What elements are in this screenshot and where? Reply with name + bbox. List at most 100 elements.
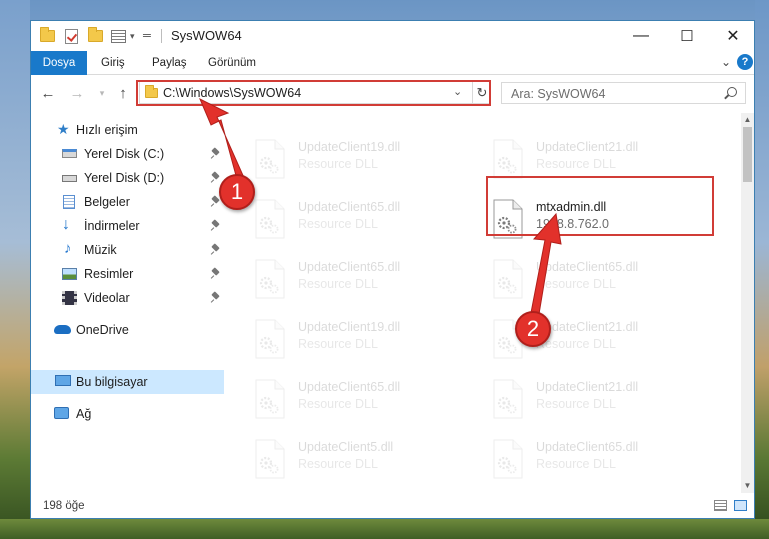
drive-icon: [62, 175, 77, 182]
back-arrow-icon[interactable]: ←: [39, 83, 57, 103]
details-view-icon[interactable]: [714, 500, 727, 511]
search-icon[interactable]: [727, 87, 737, 97]
pin-icon[interactable]: [211, 269, 220, 279]
file-name: UpdateClient65.dll: [536, 440, 639, 454]
pin-icon[interactable]: [211, 245, 220, 255]
sidebar-item-music[interactable]: ♪ Müzik: [31, 238, 224, 262]
dll-file-icon: [254, 319, 286, 359]
sidebar-item-local-disk-c[interactable]: Yerel Disk (C:): [31, 142, 224, 166]
file-item[interactable]: UpdateClient65.dll Resource DLL: [464, 249, 694, 303]
sidebar-item-videos[interactable]: Videolar: [31, 286, 224, 310]
file-name: UpdateClient65.dll: [298, 260, 401, 274]
tiles-view-icon[interactable]: [734, 500, 747, 511]
dll-file-icon: [254, 199, 286, 239]
minimize-button[interactable]: —: [618, 21, 664, 51]
sidebar-item-label: Yerel Disk (C:): [84, 147, 165, 161]
scroll-down-icon[interactable]: ▼: [741, 479, 754, 493]
expand-ribbon-icon[interactable]: ⌄: [721, 55, 731, 69]
drive-icon: [62, 149, 77, 158]
file-description: Resource DLL: [298, 337, 378, 351]
sidebar-item-label: Müzik: [84, 243, 117, 257]
sidebar-item-network[interactable]: Ağ: [31, 402, 224, 426]
dll-file-icon: [492, 259, 524, 299]
file-item[interactable]: UpdateClient21.dll Resource DLL: [464, 309, 694, 363]
chevron-down-icon[interactable]: ▾: [130, 28, 135, 44]
dll-file-icon: [492, 139, 524, 179]
dll-file-icon: [492, 439, 524, 479]
file-item[interactable]: UpdateClient21.dll Resource DLL: [464, 129, 694, 183]
dll-file-icon: [492, 379, 524, 419]
star-icon: ★: [57, 121, 70, 137]
file-item[interactable]: UpdateClient65.dll Resource DLL: [226, 189, 456, 243]
tab-share[interactable]: Paylaş: [152, 51, 187, 75]
sidebar-item-label: İndirmeler: [84, 219, 140, 233]
item-count: 198 öğe: [43, 500, 85, 512]
maximize-button[interactable]: ☐: [664, 21, 710, 51]
pictures-icon: [62, 268, 77, 280]
sidebar-item-label: Yerel Disk (D:): [84, 171, 165, 185]
download-icon: ↓: [62, 216, 70, 233]
file-description: Resource DLL: [298, 277, 378, 291]
file-description: Resource DLL: [536, 337, 616, 351]
videos-icon: [62, 291, 77, 305]
recent-locations-icon[interactable]: ▾: [93, 83, 111, 103]
file-description: Resource DLL: [298, 217, 378, 231]
sidebar-item-label: OneDrive: [76, 323, 129, 337]
forward-arrow-icon[interactable]: →: [68, 83, 86, 103]
window-folder-icon: [40, 27, 55, 44]
pin-icon[interactable]: [211, 149, 220, 159]
file-item[interactable]: UpdateClient65.dll Resource DLL: [226, 369, 456, 423]
window-title: SysWOW64: [171, 28, 242, 43]
step-badge-1: 1: [219, 174, 255, 210]
file-item[interactable]: UpdateClient19.dll Resource DLL: [226, 309, 456, 363]
help-icon[interactable]: ?: [737, 54, 753, 70]
file-name: UpdateClient21.dll: [536, 380, 639, 394]
pin-icon[interactable]: [211, 221, 220, 231]
file-item[interactable]: UpdateClient5.dll Resource DLL: [226, 429, 456, 483]
cloud-icon: [54, 325, 71, 334]
new-folder-icon[interactable]: [88, 27, 103, 44]
properties-check-icon[interactable]: [65, 28, 78, 44]
search-input[interactable]: Ara: SysWOW64: [501, 82, 746, 104]
customize-toolbar-icon[interactable]: ═: [143, 28, 151, 44]
search-placeholder: Ara: SysWOW64: [511, 87, 606, 101]
sidebar-item-this-pc[interactable]: Bu bilgisayar: [31, 370, 224, 394]
sidebar-item-quick-access[interactable]: ★ Hızlı erişim: [31, 118, 224, 142]
file-item[interactable]: UpdateClient65.dll Resource DLL: [226, 249, 456, 303]
documents-icon: [63, 195, 75, 209]
ribbon-tabs: Dosya Giriş Paylaş Görünüm ⌄ ?: [31, 51, 754, 75]
dll-file-icon: [254, 259, 286, 299]
tab-file[interactable]: Dosya: [31, 51, 87, 75]
pin-icon[interactable]: [211, 197, 220, 207]
sidebar-item-local-disk-d[interactable]: Yerel Disk (D:): [31, 166, 224, 190]
file-item[interactable]: UpdateClient65.dll Resource DLL: [464, 429, 694, 483]
sidebar-item-label: Hızlı erişim: [76, 123, 138, 137]
dll-file-icon: [254, 379, 286, 419]
sidebar-item-downloads[interactable]: ↓ İndirmeler: [31, 214, 224, 238]
desktop-background-bottom: [0, 519, 769, 539]
properties-icon[interactable]: [111, 28, 126, 44]
file-item[interactable]: UpdateClient21.dll Resource DLL: [464, 369, 694, 423]
file-description: Resource DLL: [298, 397, 378, 411]
close-button[interactable]: ✕: [710, 21, 756, 51]
tab-view[interactable]: Görünüm: [208, 51, 256, 75]
file-name: UpdateClient21.dll: [536, 140, 639, 154]
vertical-scrollbar[interactable]: ▲ ▼: [741, 113, 754, 493]
up-arrow-icon[interactable]: ↑: [114, 83, 132, 103]
tab-home[interactable]: Giriş: [101, 51, 125, 75]
file-description: Resource DLL: [536, 277, 616, 291]
pin-icon[interactable]: [211, 293, 220, 303]
file-name: UpdateClient65.dll: [298, 380, 401, 394]
sidebar-item-onedrive[interactable]: OneDrive: [31, 318, 224, 342]
sidebar-item-pictures[interactable]: Resimler: [31, 262, 224, 286]
step-badge-2: 2: [515, 311, 551, 347]
pin-icon[interactable]: [211, 173, 220, 183]
scrollbar-thumb[interactable]: [743, 127, 752, 182]
scroll-up-icon[interactable]: ▲: [741, 113, 754, 127]
file-description: Resource DLL: [536, 157, 616, 171]
title-bar: ▾ ═ SysWOW64 — ☐ ✕: [31, 21, 754, 51]
sidebar-item-documents[interactable]: Belgeler: [31, 190, 224, 214]
file-name: UpdateClient19.dll: [298, 140, 401, 154]
desktop-background-left: [0, 0, 30, 539]
file-item[interactable]: UpdateClient19.dll Resource DLL: [226, 129, 456, 183]
